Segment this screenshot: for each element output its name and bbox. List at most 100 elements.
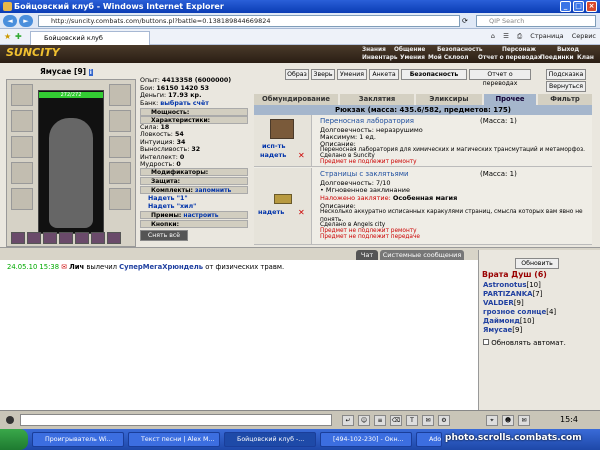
armor-slot[interactable] bbox=[11, 136, 33, 158]
user-row[interactable]: Ямусае[9] bbox=[483, 326, 522, 335]
wear-item-link[interactable]: надеть bbox=[260, 151, 286, 159]
page-menu[interactable]: Страница bbox=[530, 32, 563, 40]
friends-icon[interactable]: ☻ bbox=[502, 415, 514, 426]
info-icon[interactable]: i bbox=[88, 69, 93, 76]
wear-set-heal[interactable]: Надеть "хил" bbox=[148, 203, 196, 211]
refresh-icon[interactable]: ⟳ bbox=[462, 17, 468, 25]
address-input[interactable]: http://suncity.combats.com/buttons.pl?ba… bbox=[38, 15, 460, 27]
mail-icon[interactable]: ✉ bbox=[518, 415, 530, 426]
return-button[interactable]: Вернуться bbox=[546, 81, 586, 92]
print-icon[interactable]: ⎙ bbox=[517, 32, 522, 40]
settings-icon[interactable]: ⚙ bbox=[438, 415, 450, 426]
nav-skills[interactable]: Умения bbox=[400, 55, 425, 61]
section-sets[interactable]: Комплекты: запомнить bbox=[140, 186, 248, 194]
pet-button[interactable]: Зверь bbox=[311, 69, 335, 80]
user-row[interactable]: грозное солнце[4] bbox=[483, 308, 556, 317]
helmet-slot[interactable] bbox=[11, 84, 33, 106]
send-icon[interactable]: ↵ bbox=[342, 415, 354, 426]
nav-exit[interactable]: Выход bbox=[557, 47, 579, 53]
message-author[interactable]: Лич bbox=[69, 263, 84, 271]
search-input[interactable]: QIP Search bbox=[476, 15, 596, 27]
section-power[interactable]: Мощность: bbox=[140, 108, 248, 116]
user-row[interactable]: Даймонд[10] bbox=[483, 317, 534, 326]
section-characteristics[interactable]: Характеристики: bbox=[140, 116, 248, 124]
message-target[interactable]: СуперМегаХрюндель bbox=[119, 263, 203, 271]
nav-clan[interactable]: Клан bbox=[577, 55, 594, 61]
belt-item-6[interactable] bbox=[91, 232, 105, 244]
weapon-slot[interactable] bbox=[11, 162, 33, 184]
chat-input[interactable] bbox=[20, 414, 332, 426]
status-icon[interactable] bbox=[6, 416, 14, 424]
task-adobe[interactable]: Adob... bbox=[416, 432, 442, 447]
belt-item-3[interactable] bbox=[43, 232, 57, 244]
choose-account-link[interactable]: выбрать счёт bbox=[160, 100, 209, 107]
user-row[interactable]: PARTIZANKA[7] bbox=[483, 290, 542, 299]
nav-character[interactable]: Персонаж bbox=[502, 47, 536, 53]
belt-item-5[interactable] bbox=[75, 232, 89, 244]
task-lyrics[interactable]: Текст песни | Alex M... bbox=[128, 432, 220, 447]
auto-refresh-checkbox[interactable] bbox=[483, 339, 489, 345]
ring-slot[interactable] bbox=[109, 162, 131, 184]
tab-equipment[interactable]: Обмундирование bbox=[254, 94, 338, 105]
tools-menu[interactable]: Сервис bbox=[572, 32, 596, 40]
belt-item-7[interactable] bbox=[107, 232, 121, 244]
delete-icon[interactable]: ✕ bbox=[298, 151, 305, 160]
back-icon[interactable]: ◄ bbox=[3, 15, 17, 27]
section-buttons[interactable]: Кнопки: bbox=[140, 220, 248, 228]
gloves-slot[interactable] bbox=[109, 110, 131, 132]
belt-slot[interactable] bbox=[11, 188, 33, 210]
auto-refresh-toggle[interactable]: Обновлять автомат. bbox=[483, 339, 566, 348]
section-protection[interactable]: Защита: bbox=[140, 177, 248, 185]
nav-transfers[interactable]: Отчет о переводах bbox=[478, 55, 542, 61]
smile-icon[interactable]: ☺ bbox=[358, 415, 370, 426]
close-button[interactable]: × bbox=[586, 1, 597, 12]
belt-item-1[interactable] bbox=[11, 232, 25, 244]
user-row[interactable]: Astronotus[10] bbox=[483, 281, 541, 290]
maximize-button[interactable]: □ bbox=[573, 1, 584, 12]
task-fight-club[interactable]: Бойцовский клуб -... bbox=[224, 432, 316, 447]
nav-knowledge[interactable]: Знания bbox=[362, 47, 386, 53]
forward-icon[interactable]: ► bbox=[19, 15, 33, 27]
shield-slot[interactable] bbox=[109, 136, 131, 158]
skills-button[interactable]: Умения bbox=[337, 69, 367, 80]
minimize-button[interactable]: _ bbox=[560, 1, 571, 12]
tab-other[interactable]: Прочее bbox=[484, 94, 536, 105]
use-item-link[interactable]: исп-ть bbox=[262, 142, 285, 150]
transfers-report-button[interactable]: Отчет о переводах bbox=[469, 69, 531, 87]
nav-security[interactable]: Безопасность bbox=[437, 47, 483, 53]
item-name[interactable]: Страницы с заклятьями bbox=[320, 170, 409, 178]
task-qip[interactable]: [494-102-230] - Окн... bbox=[320, 432, 412, 447]
tab-elixirs[interactable]: Эликсиры bbox=[416, 94, 482, 105]
item-name[interactable]: Переносная лаборатория bbox=[320, 117, 414, 125]
earring-slot[interactable] bbox=[109, 84, 131, 106]
feeds-icon[interactable]: ☰ bbox=[503, 32, 509, 40]
hint-button[interactable]: Подсказка bbox=[546, 69, 586, 80]
private-icon[interactable]: ✉ bbox=[422, 415, 434, 426]
nav-social[interactable]: Общение bbox=[394, 47, 425, 53]
profile-button[interactable]: Анкета bbox=[369, 69, 399, 80]
security-button[interactable]: Безопасность bbox=[401, 69, 467, 80]
add-favorites-icon[interactable]: ✚ bbox=[15, 32, 22, 41]
undress-all-button[interactable]: Снять всё bbox=[140, 230, 188, 241]
nav-storage[interactable]: Мой Склоол bbox=[428, 55, 468, 61]
section-tricks[interactable]: Приемы: настроить bbox=[140, 211, 248, 219]
belt-item-2[interactable] bbox=[27, 232, 41, 244]
nav-fights[interactable]: Поединки bbox=[540, 55, 574, 61]
refresh-button[interactable]: Обновить bbox=[515, 258, 559, 269]
image-button[interactable]: Образ bbox=[285, 69, 309, 80]
tab-boytsovsky-klub[interactable]: Бойцовский клуб bbox=[30, 31, 150, 45]
configure-tricks-link[interactable]: настроить bbox=[183, 212, 218, 219]
wear-set-1[interactable]: Надеть "1" bbox=[148, 195, 196, 203]
belt-item-4[interactable] bbox=[59, 232, 73, 244]
delete-icon[interactable]: ✕ bbox=[298, 208, 305, 217]
task-media-player[interactable]: Проигрыватель Wi... bbox=[32, 432, 124, 447]
amulet-slot[interactable] bbox=[11, 110, 33, 132]
start-button[interactable] bbox=[0, 429, 28, 450]
tab-filter[interactable]: Фильтр bbox=[538, 94, 592, 105]
clear-icon[interactable]: ⌫ bbox=[390, 415, 402, 426]
section-modifiers[interactable]: Модификаторы: bbox=[140, 168, 248, 176]
user-row[interactable]: VALDER[9] bbox=[483, 299, 524, 308]
favorites-star-icon[interactable]: ★ bbox=[4, 32, 11, 41]
translit-icon[interactable]: T bbox=[406, 415, 418, 426]
map-icon[interactable]: ⌖ bbox=[486, 415, 498, 426]
